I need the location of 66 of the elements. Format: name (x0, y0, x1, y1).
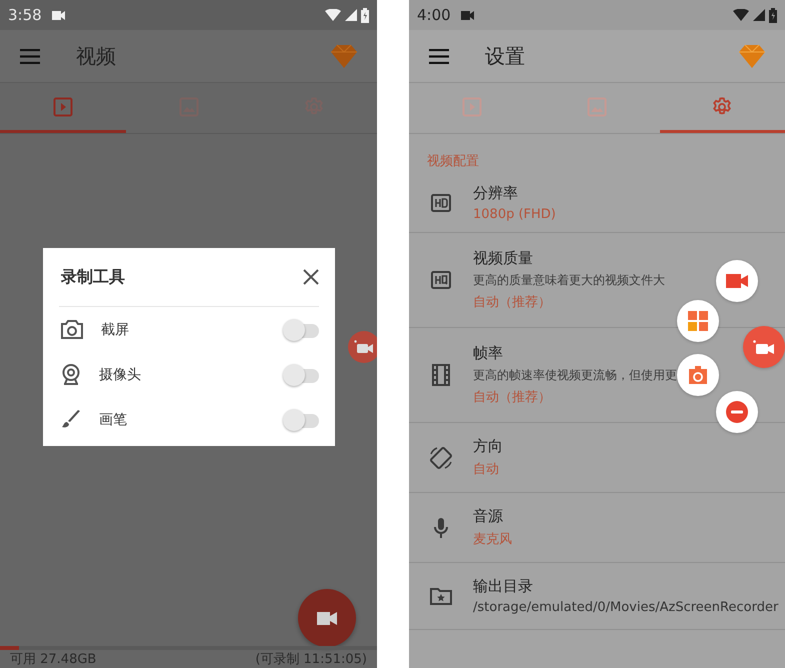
status-time: 3:58 (8, 6, 42, 24)
setting-title: 视频质量 (473, 249, 534, 268)
app-bar-title: 视频 (76, 42, 117, 70)
app-bar-title: 设置 (485, 42, 526, 70)
close-icon[interactable] (303, 269, 319, 285)
floating-recorder-button[interactable] (743, 326, 785, 368)
tools-button[interactable] (677, 300, 719, 342)
microphone-icon (433, 516, 449, 538)
gem-icon[interactable] (739, 44, 765, 68)
hd-icon (431, 194, 451, 212)
setting-value: 1080p (FHD) (473, 207, 556, 222)
setting-title: 方向 (473, 437, 503, 456)
recordable-time: (可录制 11:51:05) (255, 651, 367, 668)
battery-icon (361, 8, 369, 22)
video-camera-icon (354, 340, 374, 354)
menu-icon[interactable] (20, 48, 40, 64)
folder-star-icon (430, 587, 452, 605)
dialog-title: 录制工具 (60, 266, 126, 288)
setting-title: 音源 (473, 507, 504, 526)
wifi-icon (325, 9, 341, 21)
toggle-switch[interactable] (283, 364, 319, 386)
setting-value: 麦克风 (473, 531, 512, 548)
setting-description: 更高的质量意味着更大的视频文件大 (473, 272, 665, 289)
setting-title: 分辨率 (473, 184, 519, 203)
film-icon (432, 364, 450, 386)
setting-row[interactable]: 音源 麦克风 (409, 493, 785, 563)
floating-recorder-button[interactable] (348, 331, 377, 363)
tool-label: 画笔 (99, 410, 128, 428)
video-camera-icon (317, 612, 337, 624)
webcam-icon (61, 364, 81, 385)
record-button[interactable] (298, 589, 356, 647)
status-time: 4:00 (417, 6, 451, 24)
wifi-icon (733, 9, 749, 21)
brush-icon (61, 410, 81, 430)
setting-value: 自动 (473, 461, 500, 478)
video-camera-icon (52, 10, 65, 20)
setting-row[interactable]: 输出目录 /storage/emulated/0/Movies/AzScreenRecorder (409, 563, 785, 630)
setting-value: /storage/emulated/0/Movies/AzScreenRecorder (473, 600, 778, 615)
camera-icon (61, 320, 83, 339)
setting-title: 帧率 (473, 344, 504, 363)
video-record-button[interactable] (716, 260, 758, 302)
tool-label: 截屏 (101, 320, 130, 338)
image-icon (586, 96, 607, 116)
rotate-icon (428, 444, 454, 470)
menu-icon[interactable] (429, 48, 449, 64)
grid-icon (688, 311, 708, 331)
play-icon (462, 96, 482, 116)
signal-icon (753, 9, 765, 21)
setting-value: 自动（推荐） (473, 389, 552, 406)
tool-label: 摄像头 (99, 366, 142, 384)
video-camera-icon (726, 274, 748, 288)
setting-row[interactable]: 分辨率 1080p (FHD) (409, 174, 785, 233)
gem-icon[interactable] (331, 44, 357, 68)
battery-icon (769, 8, 777, 22)
signal-icon (345, 9, 357, 21)
hq-icon (431, 271, 451, 289)
section-header: 视频配置 (426, 153, 480, 171)
setting-title: 输出目录 (473, 577, 534, 596)
setting-description: 更高的帧速率使视频更流畅，但使用更 (473, 367, 677, 384)
video-camera-icon (460, 10, 474, 20)
available-space: 可用 27.48GB (10, 651, 96, 668)
setting-value: 自动（推荐） (473, 294, 552, 311)
toggle-switch[interactable] (283, 318, 319, 340)
play-icon (52, 96, 73, 116)
video-camera-icon (753, 340, 775, 354)
toggle-switch[interactable] (283, 408, 319, 430)
